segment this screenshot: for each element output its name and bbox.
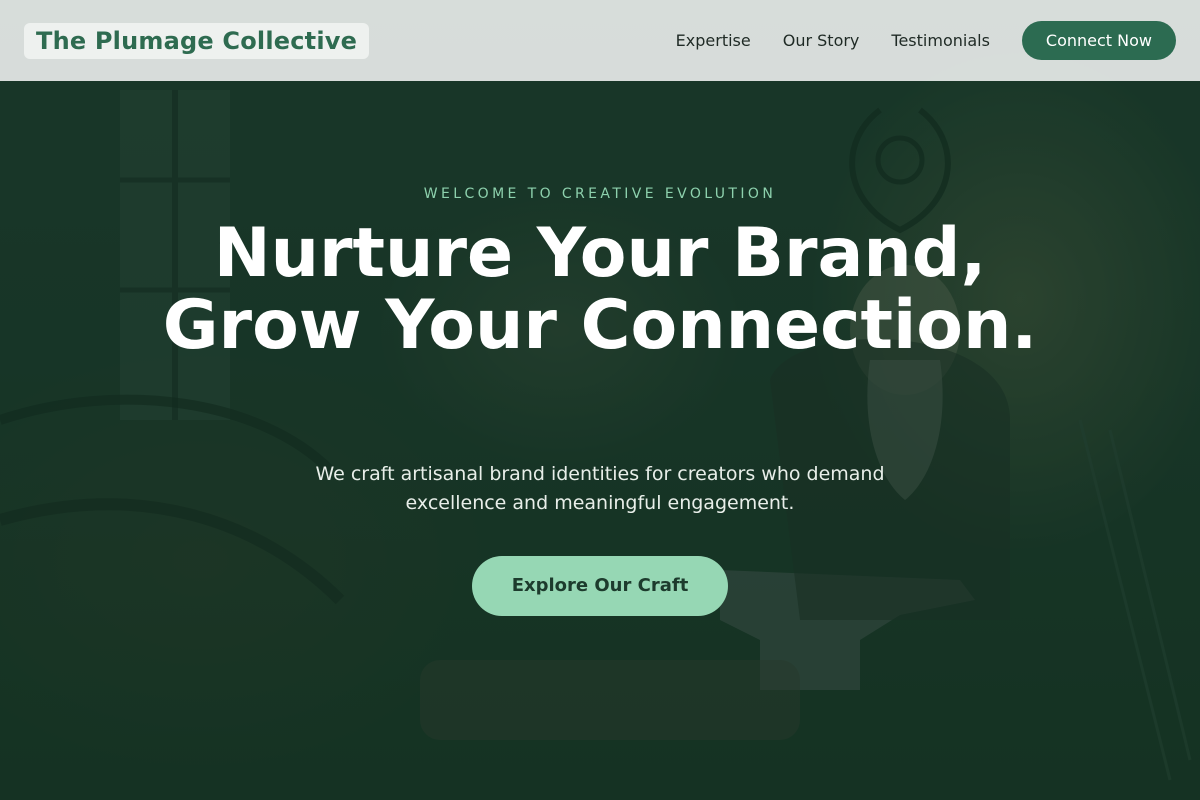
hero-subhead: We craft artisanal brand identities for … xyxy=(315,463,885,514)
hero-headline: Nurture Your Brand, Grow Your Connection… xyxy=(162,214,1038,365)
hero-content: WELCOME TO CREATIVE EVOLUTION Nurture Yo… xyxy=(0,0,1200,800)
explore-our-craft-button[interactable]: Explore Our Craft xyxy=(472,556,728,616)
hero-eyebrow: WELCOME TO CREATIVE EVOLUTION xyxy=(423,186,777,202)
